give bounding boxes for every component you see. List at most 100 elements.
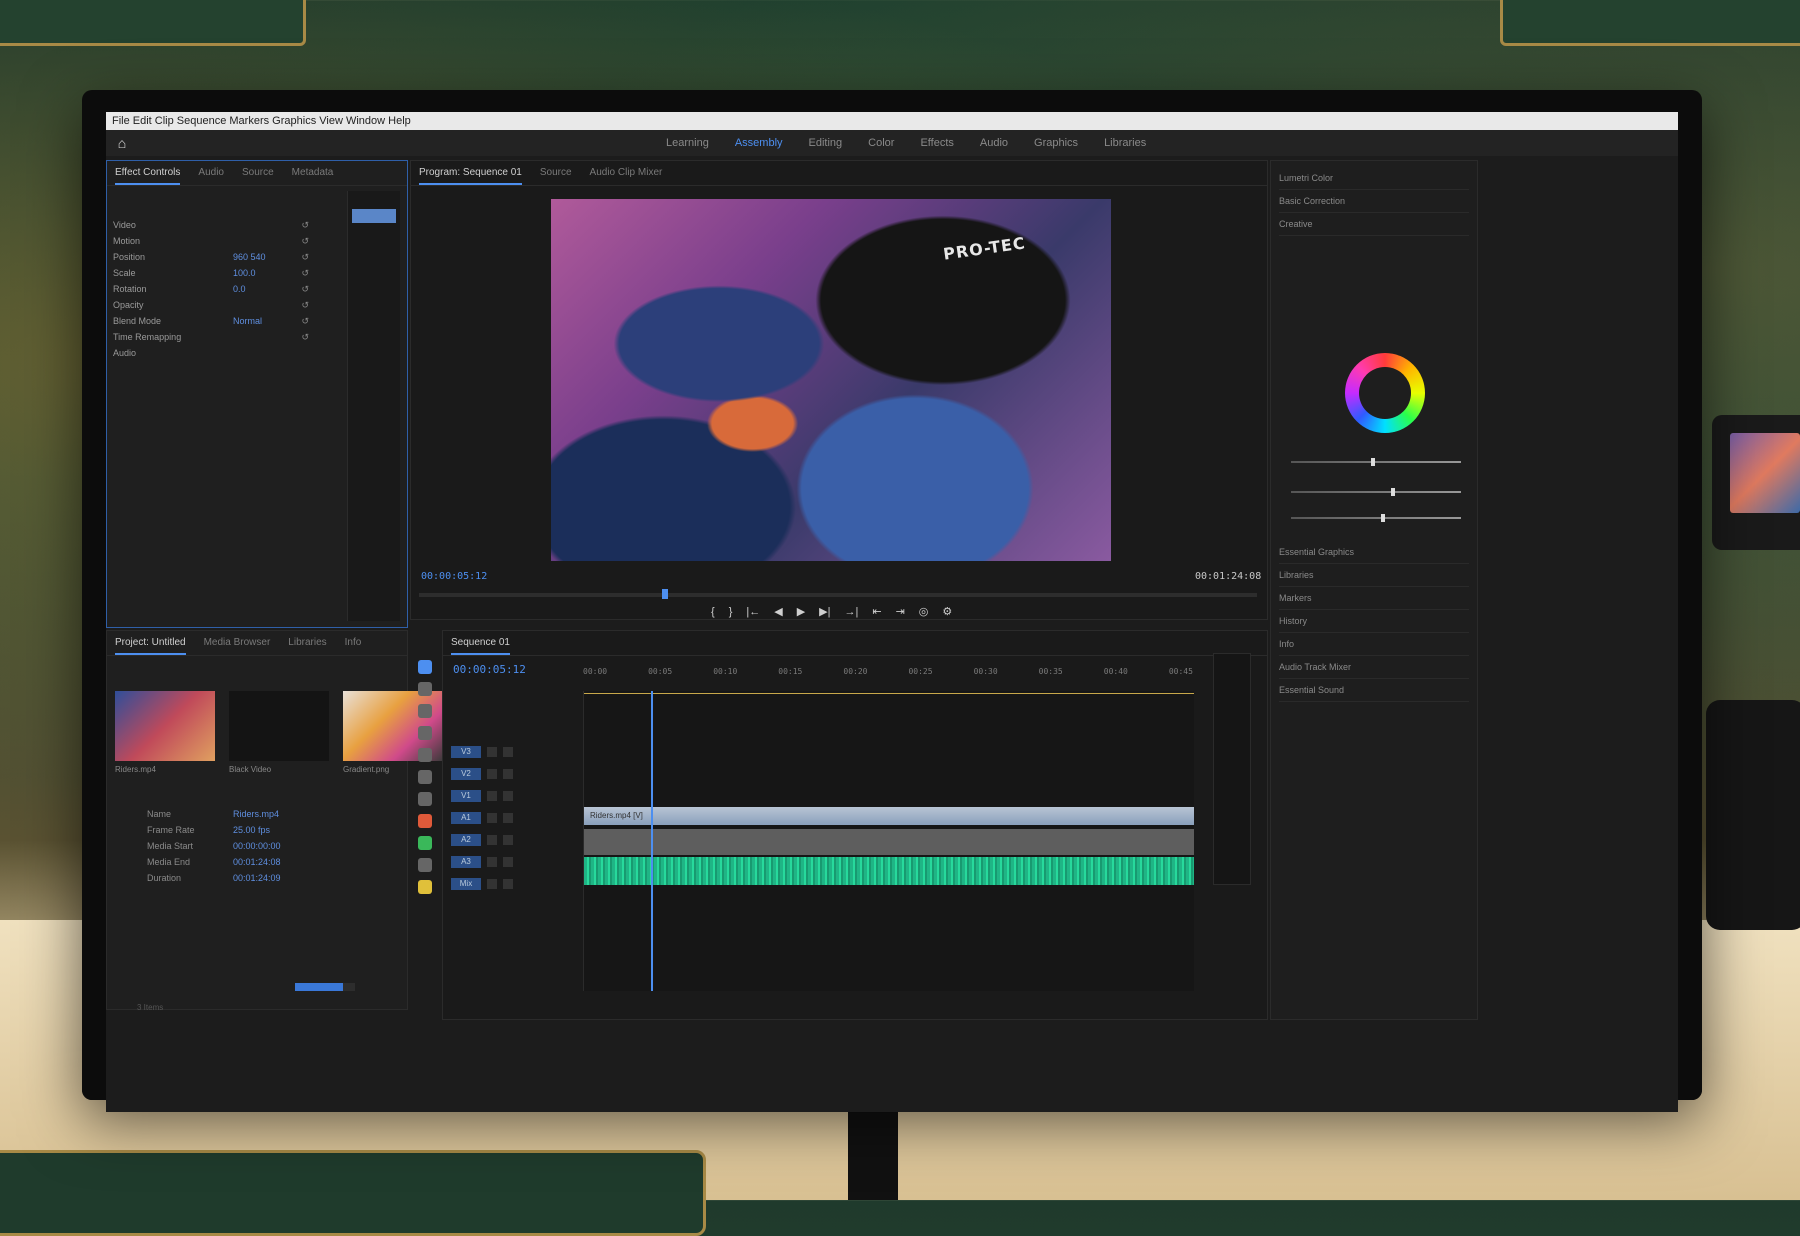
track-header[interactable]: A1 (451, 807, 575, 829)
video-clip[interactable]: Riders.mp4 [V] (584, 807, 1194, 825)
toggle-sync-icon[interactable] (487, 747, 497, 757)
slider-knob[interactable] (1381, 514, 1385, 522)
panel-tab[interactable]: Audio Clip Mixer (590, 161, 663, 185)
thumbnail-image[interactable] (229, 691, 329, 761)
pen-icon[interactable] (418, 770, 432, 784)
effect-value[interactable] (233, 297, 293, 313)
transport-button[interactable]: { (711, 605, 715, 619)
panel-list-item[interactable]: History (1279, 610, 1469, 633)
panel-tab[interactable]: Project: Untitled (115, 631, 186, 655)
track-header[interactable]: Mix (451, 873, 575, 895)
playhead-timecode[interactable]: 00:00:05:12 (421, 571, 487, 582)
effect-row[interactable]: Audio (113, 345, 343, 361)
toggle-sync-icon[interactable] (487, 769, 497, 779)
effect-value[interactable]: 960 540 (233, 249, 293, 265)
effect-value[interactable]: 100.0 (233, 265, 293, 281)
workspace-tab[interactable]: Audio (980, 134, 1008, 152)
hand-icon[interactable] (418, 792, 432, 806)
effect-value[interactable] (233, 345, 293, 361)
timeline-playhead[interactable] (651, 691, 654, 991)
effect-value[interactable] (233, 217, 293, 233)
transport-button[interactable]: ⚙ (942, 605, 952, 619)
toggle-output-icon[interactable] (503, 879, 513, 889)
audio-clip[interactable] (584, 829, 1194, 855)
video-preview[interactable]: PRO-TEC (551, 199, 1111, 561)
track-header[interactable]: A3 (451, 851, 575, 873)
link-icon[interactable] (418, 880, 432, 894)
toggle-output-icon[interactable] (503, 857, 513, 867)
reset-icon[interactable]: ↺ (293, 329, 309, 345)
transport-button[interactable]: ▶ (797, 605, 805, 619)
title-bar[interactable]: File Edit Clip Sequence Markers Graphics… (106, 112, 1678, 130)
track-label[interactable]: V2 (451, 768, 481, 780)
lumetri-section[interactable]: Creative (1279, 213, 1469, 236)
toggle-output-icon[interactable] (503, 747, 513, 757)
vibrance-slider[interactable] (1291, 488, 1461, 496)
track-select-icon[interactable] (418, 682, 432, 696)
home-icon[interactable]: ⌂ (114, 135, 130, 151)
panel-tab[interactable]: Effect Controls (115, 161, 181, 185)
panel-list-item[interactable]: Libraries (1279, 564, 1469, 587)
effect-row[interactable]: Opacity ↺ (113, 297, 343, 313)
track-label[interactable]: A3 (451, 856, 481, 868)
reset-icon[interactable]: ↺ (293, 297, 309, 313)
audio-waveform-clip[interactable] (584, 857, 1194, 885)
lumetri-section[interactable]: Lumetri Color (1279, 167, 1469, 190)
effect-row[interactable]: Video ↺ (113, 217, 343, 233)
panel-list-item[interactable]: Essential Sound (1279, 679, 1469, 702)
slip-icon[interactable] (418, 748, 432, 762)
panel-tab[interactable]: Metadata (292, 161, 334, 185)
effect-row[interactable]: Scale 100.0 ↺ (113, 265, 343, 281)
type-tool-icon[interactable] (418, 814, 432, 828)
track-header[interactable]: A2 (451, 829, 575, 851)
slider-knob[interactable] (1371, 458, 1375, 466)
zoom-slider[interactable] (295, 983, 355, 991)
selection-tool-icon[interactable] (418, 660, 432, 674)
effect-value[interactable] (233, 233, 293, 249)
transport-button[interactable]: ⇤ (872, 605, 881, 619)
transport-button[interactable]: } (729, 605, 733, 619)
effect-mini-timeline[interactable] (347, 191, 400, 621)
effect-value[interactable]: Normal (233, 313, 293, 329)
toggle-output-icon[interactable] (503, 769, 513, 779)
panel-tab[interactable]: Info (345, 631, 362, 655)
color-wheel-icon[interactable] (1345, 353, 1425, 433)
timeline-timecode[interactable]: 00:00:05:12 (453, 663, 526, 676)
effect-value[interactable] (233, 329, 293, 345)
panel-list-item[interactable]: Audio Track Mixer (1279, 656, 1469, 679)
tint-slider[interactable] (1291, 514, 1461, 522)
panel-tab[interactable]: Source (242, 161, 274, 185)
track-label[interactable]: Mix (451, 878, 481, 890)
toggle-output-icon[interactable] (503, 813, 513, 823)
panel-list-item[interactable]: Markers (1279, 587, 1469, 610)
transport-button[interactable]: →| (845, 605, 859, 619)
track-area[interactable]: Riders.mp4 [V] (583, 691, 1194, 991)
track-header[interactable]: V3 (451, 741, 575, 763)
effect-row[interactable]: Blend Mode Normal ↺ (113, 313, 343, 329)
reset-icon[interactable] (293, 345, 309, 361)
track-header[interactable]: V1 (451, 785, 575, 807)
toggle-output-icon[interactable] (503, 791, 513, 801)
ripple-edit-icon[interactable] (418, 704, 432, 718)
workspace-tab[interactable]: Color (868, 134, 894, 152)
media-thumbnail[interactable]: Riders.mp4 (115, 691, 215, 781)
transport-button[interactable]: ⇥ (896, 605, 905, 619)
effect-row[interactable]: Motion ↺ (113, 233, 343, 249)
toggle-output-icon[interactable] (503, 835, 513, 845)
reset-icon[interactable]: ↺ (293, 249, 309, 265)
effect-row[interactable]: Rotation 0.0 ↺ (113, 281, 343, 297)
work-area-bar[interactable] (584, 693, 1194, 694)
toggle-sync-icon[interactable] (487, 879, 497, 889)
panel-list-item[interactable]: Info (1279, 633, 1469, 656)
slider-knob[interactable] (1391, 488, 1395, 496)
workspace-tab[interactable]: Learning (666, 134, 709, 152)
panel-list-item[interactable]: Essential Graphics (1279, 541, 1469, 564)
effect-value[interactable]: 0.0 (233, 281, 293, 297)
toggle-sync-icon[interactable] (487, 857, 497, 867)
mini-clip[interactable] (352, 209, 396, 223)
reset-icon[interactable]: ↺ (293, 217, 309, 233)
track-label[interactable]: A2 (451, 834, 481, 846)
effect-row[interactable]: Time Remapping ↺ (113, 329, 343, 345)
track-label[interactable]: V3 (451, 746, 481, 758)
toggle-sync-icon[interactable] (487, 813, 497, 823)
